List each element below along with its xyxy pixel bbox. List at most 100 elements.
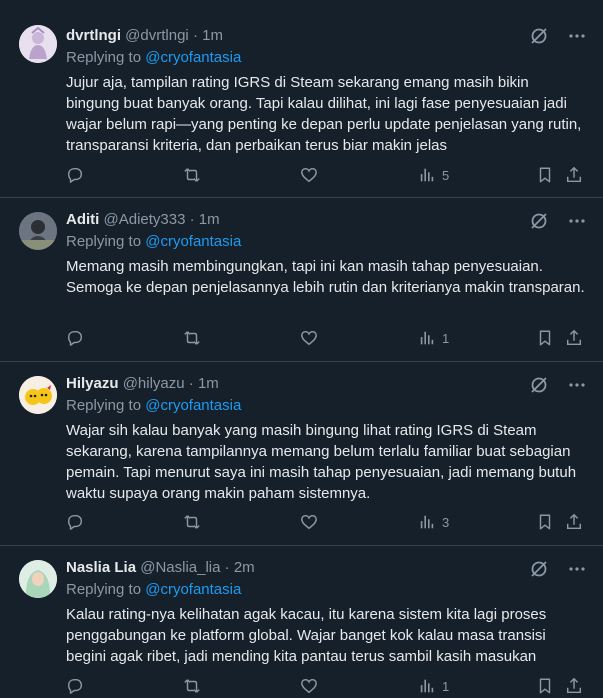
timestamp[interactable]: 1m — [198, 375, 219, 392]
reply-icon — [67, 167, 83, 183]
share-button[interactable] — [565, 513, 583, 531]
views-count: 5 — [442, 167, 450, 183]
reply-header: Hilyazu @hilyazu · 1m — [66, 374, 585, 394]
bookmark-button[interactable] — [536, 677, 554, 695]
replying-to-link[interactable]: @cryofantasia — [145, 49, 241, 66]
action-bar: 1 — [66, 326, 585, 350]
views-button[interactable]: 3 — [418, 513, 449, 531]
reply-content: Naslia Lia @Naslia_lia · 2m Replying to … — [66, 558, 585, 667]
separator-dot: · — [192, 27, 198, 44]
repost-button[interactable] — [183, 677, 201, 695]
action-bar: 5 — [66, 163, 585, 187]
avatar-image-icon — [19, 376, 57, 414]
timestamp[interactable]: 2m — [234, 559, 255, 576]
reply-content: Aditi @Adiety333 · 1m Replying to @cryof… — [66, 210, 585, 298]
share-button[interactable] — [565, 329, 583, 347]
repost-icon — [184, 168, 200, 182]
display-name[interactable]: Hilyazu — [66, 375, 119, 392]
user-handle[interactable]: @Adiety333 — [104, 211, 186, 228]
display-name[interactable]: dvrtlngi — [66, 27, 121, 44]
bookmark-button[interactable] — [536, 166, 554, 184]
share-icon — [566, 166, 582, 183]
views-count: 3 — [442, 514, 450, 530]
reply-button[interactable] — [66, 166, 84, 184]
avatar[interactable] — [19, 212, 57, 250]
analytics-icon — [420, 515, 434, 529]
timestamp[interactable]: 1m — [202, 27, 223, 44]
action-bar: 3 — [66, 510, 585, 534]
like-button[interactable] — [300, 677, 318, 695]
avatar[interactable] — [19, 376, 57, 414]
views-count: 1 — [442, 678, 450, 694]
reply-button[interactable] — [66, 329, 84, 347]
repost-icon — [184, 679, 200, 693]
replying-label: Replying to — [66, 581, 142, 598]
like-button[interactable] — [300, 166, 318, 184]
separator-dot: · — [189, 211, 195, 228]
repost-icon — [184, 515, 200, 529]
reply-button[interactable] — [66, 677, 84, 695]
avatar-image-icon — [19, 212, 57, 250]
like-button[interactable] — [300, 329, 318, 347]
reply-card[interactable]: dvrtlngi @dvrtlngi · 1m Replying to @cry… — [0, 0, 603, 198]
repost-button[interactable] — [183, 329, 201, 347]
reply-content: Hilyazu @hilyazu · 1m Replying to @cryof… — [66, 374, 585, 504]
reply-button[interactable] — [66, 513, 84, 531]
replying-to-line: Replying to @cryofantasia — [66, 232, 585, 252]
repost-button[interactable] — [183, 166, 201, 184]
bookmark-button[interactable] — [536, 329, 554, 347]
views-button[interactable]: 5 — [418, 166, 449, 184]
bookmark-icon — [539, 514, 551, 530]
replies-feed: dvrtlngi @dvrtlngi · 1m Replying to @cry… — [0, 0, 603, 695]
reply-icon — [67, 330, 83, 346]
reply-text: Wajar sih kalau banyak yang masih bingun… — [66, 422, 577, 502]
analytics-icon — [420, 679, 434, 693]
user-handle[interactable]: @dvrtlngi — [125, 27, 189, 44]
replying-to-link[interactable]: @cryofantasia — [145, 233, 241, 250]
replying-to-link[interactable]: @cryofantasia — [145, 581, 241, 598]
like-button[interactable] — [300, 513, 318, 531]
share-icon — [566, 329, 582, 346]
reply-icon — [67, 678, 83, 694]
reply-header: Aditi @Adiety333 · 1m — [66, 210, 585, 230]
replying-to-link[interactable]: @cryofantasia — [145, 397, 241, 414]
replying-to-line: Replying to @cryofantasia — [66, 396, 585, 416]
avatar-image-icon — [19, 560, 57, 598]
views-button[interactable]: 1 — [418, 329, 449, 347]
reply-text: Memang masih membingungkan, tapi ini kan… — [66, 258, 585, 296]
heart-icon — [301, 678, 317, 694]
replying-label: Replying to — [66, 397, 142, 414]
avatar[interactable] — [19, 560, 57, 598]
bookmark-icon — [539, 330, 551, 346]
reply-card[interactable]: Aditi @Adiety333 · 1m Replying to @cryof… — [0, 198, 603, 362]
bookmark-button[interactable] — [536, 513, 554, 531]
bookmark-icon — [539, 678, 551, 694]
replying-label: Replying to — [66, 49, 142, 66]
share-button[interactable] — [565, 166, 583, 184]
analytics-icon — [420, 168, 434, 182]
views-button[interactable]: 1 — [418, 677, 449, 695]
reply-header: Naslia Lia @Naslia_lia · 2m — [66, 558, 585, 578]
reply-content: dvrtlngi @dvrtlngi · 1m Replying to @cry… — [66, 26, 585, 156]
replying-to-line: Replying to @cryofantasia — [66, 580, 585, 600]
display-name[interactable]: Naslia Lia — [66, 559, 136, 576]
repost-button[interactable] — [183, 513, 201, 531]
views-count: 1 — [442, 330, 450, 346]
bookmark-icon — [539, 167, 551, 183]
share-button[interactable] — [565, 677, 583, 695]
reply-card[interactable]: Naslia Lia @Naslia_lia · 2m Replying to … — [0, 546, 603, 695]
display-name[interactable]: Aditi — [66, 211, 99, 228]
reply-header: dvrtlngi @dvrtlngi · 1m — [66, 26, 585, 46]
reply-card[interactable]: Hilyazu @hilyazu · 1m Replying to @cryof… — [0, 362, 603, 546]
avatar[interactable] — [19, 25, 57, 63]
timestamp[interactable]: 1m — [199, 211, 220, 228]
repost-icon — [184, 331, 200, 345]
analytics-icon — [420, 331, 434, 345]
user-handle[interactable]: @hilyazu — [123, 375, 185, 392]
replying-to-line: Replying to @cryofantasia — [66, 48, 585, 68]
user-handle[interactable]: @Naslia_lia — [140, 559, 220, 576]
separator-dot: · — [224, 559, 230, 576]
heart-icon — [301, 514, 317, 530]
heart-icon — [301, 330, 317, 346]
reply-icon — [67, 514, 83, 530]
